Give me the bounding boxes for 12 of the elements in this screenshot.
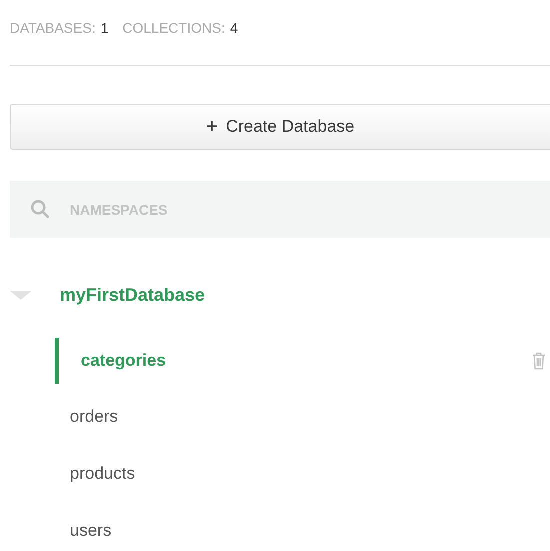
collection-item[interactable]: orders: [70, 406, 118, 426]
collection-item[interactable]: products: [70, 464, 136, 484]
stat-value: 1: [100, 20, 109, 38]
collection-item[interactable]: categories: [55, 338, 166, 384]
collection-item[interactable]: users: [70, 520, 112, 540]
caret-icon[interactable]: [10, 290, 32, 300]
stat-value: 4: [230, 20, 238, 38]
stat-label: COLLECTIONS:: [122, 20, 226, 38]
database-item[interactable]: myFirstDatabase: [60, 284, 206, 306]
create-database-button[interactable]: + Create Database: [10, 104, 550, 150]
trash-icon[interactable]: [532, 352, 546, 370]
stat-label: DATABASES:: [10, 20, 96, 38]
